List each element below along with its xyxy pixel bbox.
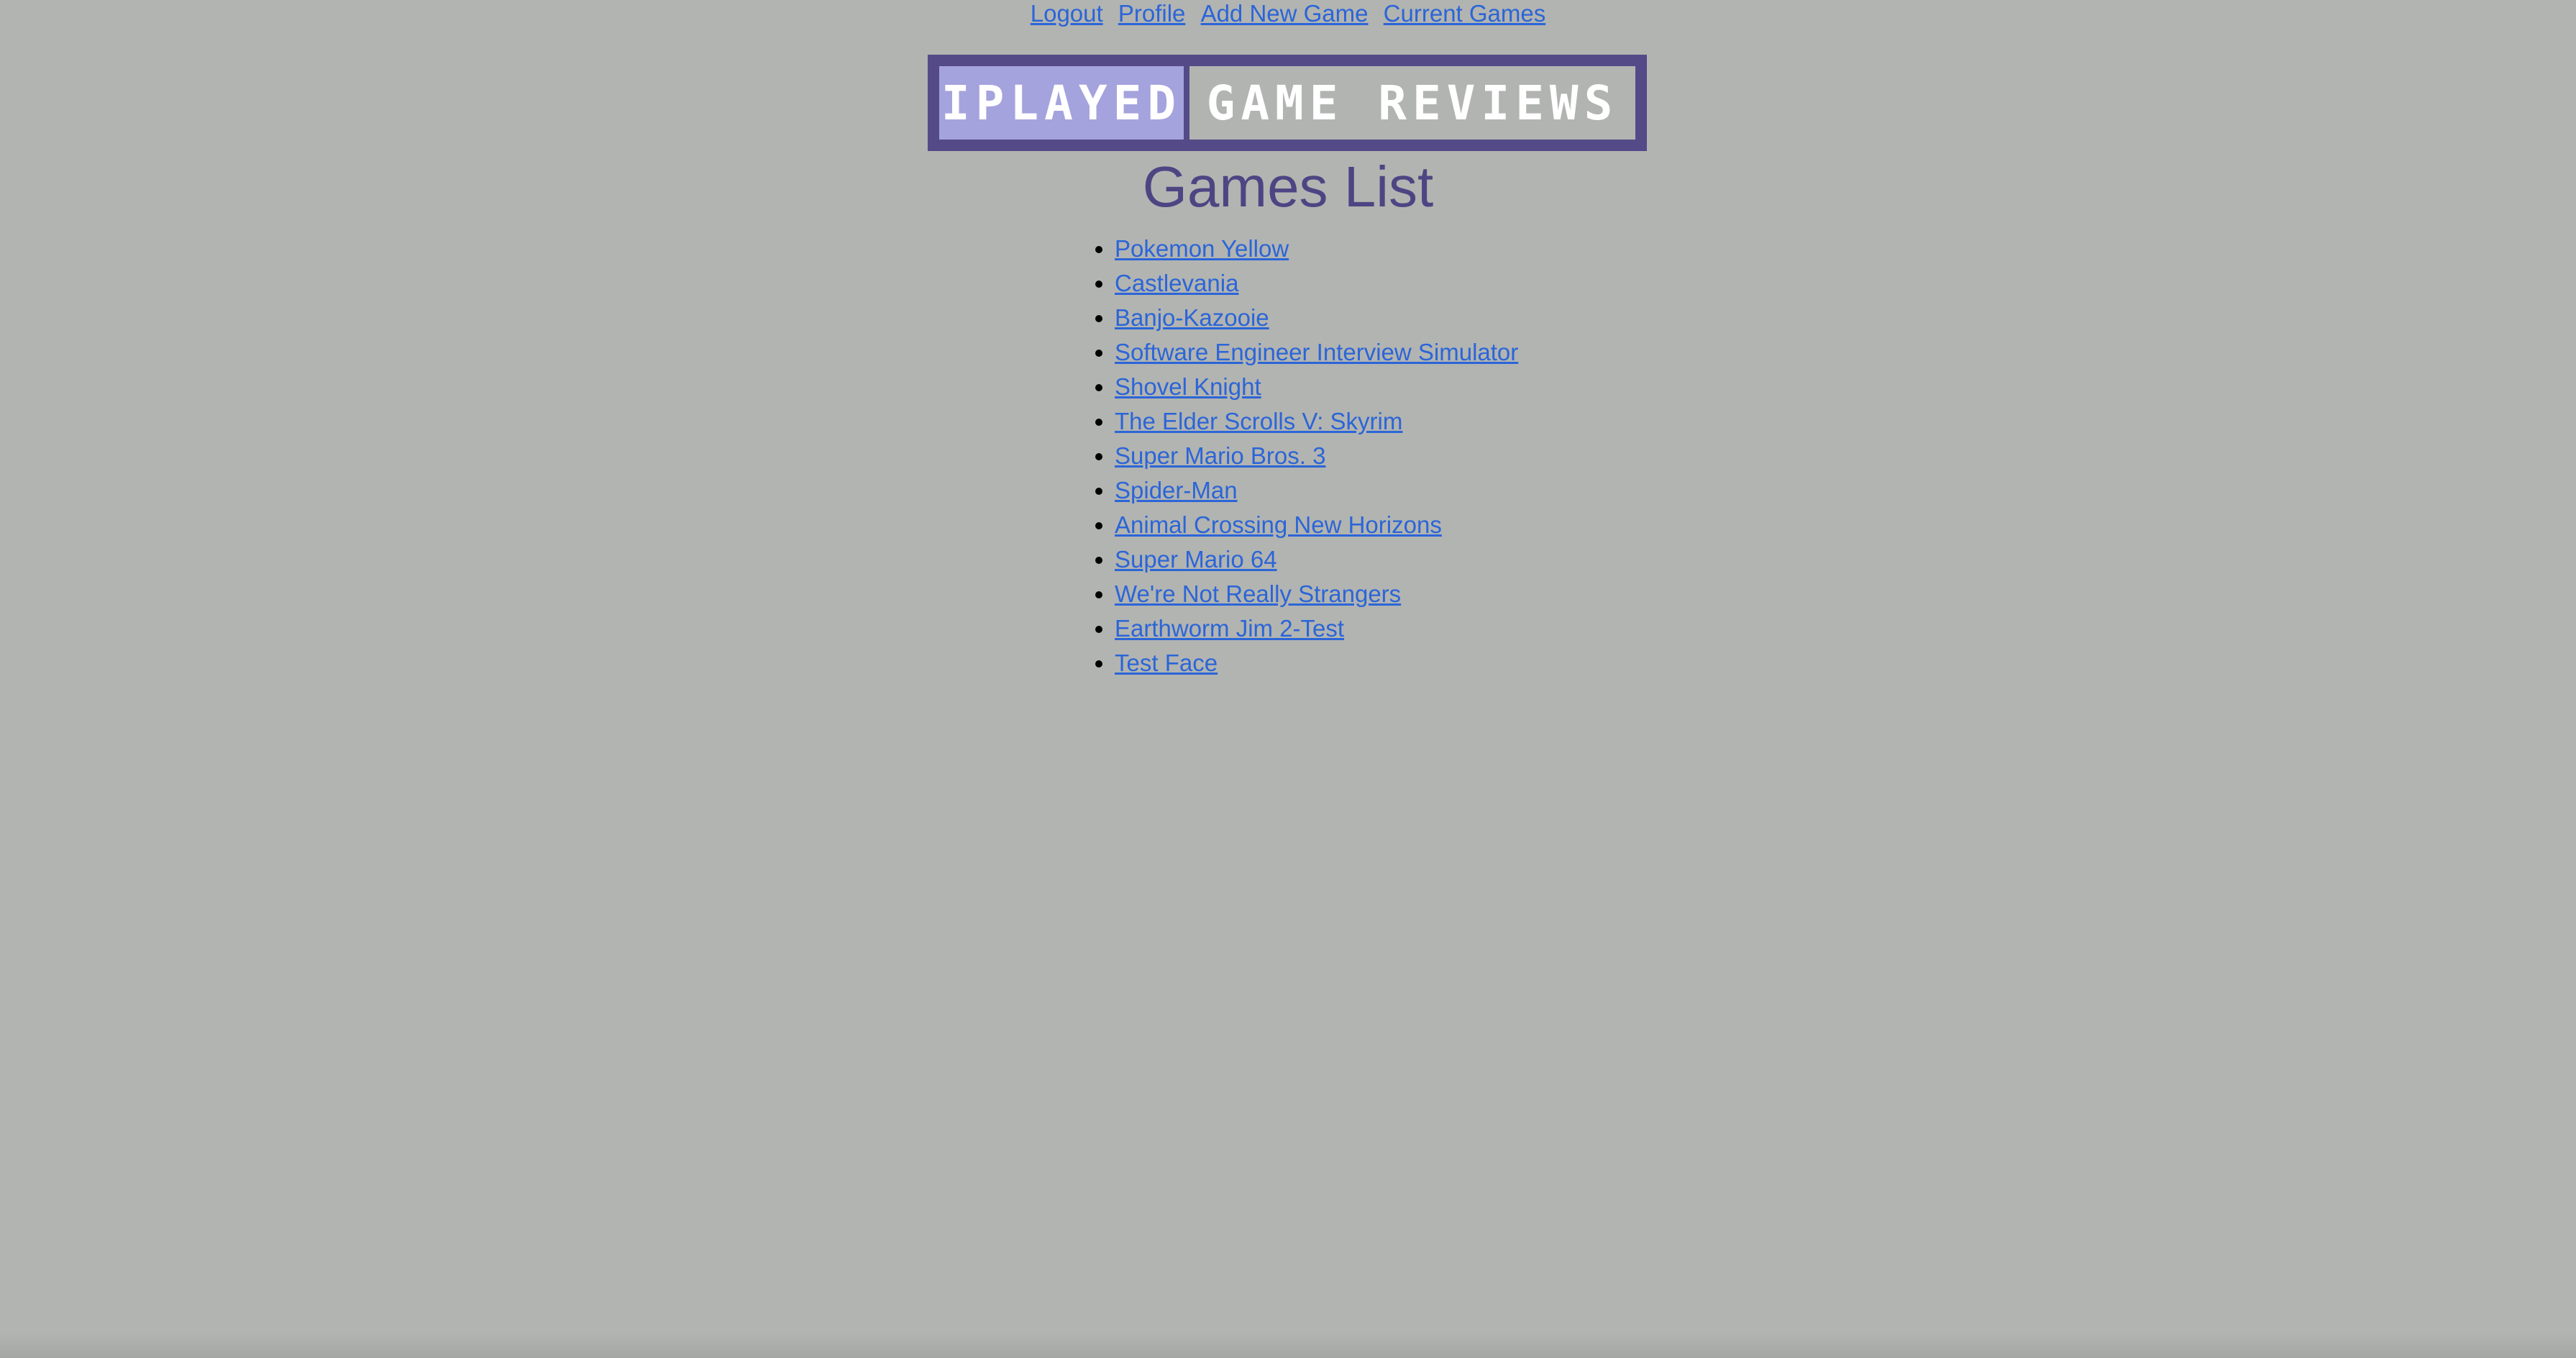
list-item: Super Mario Bros. 3 [1115,439,1518,473]
logo-game-reviews: GAME REVIEWS [1189,66,1635,140]
top-nav: Logout Profile Add New Game Current Game… [0,0,2576,27]
games-list: Pokemon Yellow Castlevania Banjo-Kazooie… [1115,232,1518,680]
game-link-banjo-kazooie[interactable]: Banjo-Kazooie [1115,304,1269,331]
game-link-test-face[interactable]: Test Face [1115,650,1218,676]
nav-current-games-link[interactable]: Current Games [1384,0,1546,27]
bottom-shadow [0,1334,2576,1358]
game-link-spider-man[interactable]: Spider-Man [1115,477,1238,503]
list-item: We're Not Really Strangers [1115,577,1518,611]
list-item: Animal Crossing New Horizons [1115,508,1518,542]
list-item: Earthworm Jim 2-Test [1115,611,1518,646]
game-link-pokemon-yellow[interactable]: Pokemon Yellow [1115,235,1289,262]
game-link-animal-crossing-new-horizons[interactable]: Animal Crossing New Horizons [1115,511,1442,538]
list-item: Shovel Knight [1115,370,1518,404]
game-link-earthworm-jim-2-test[interactable]: Earthworm Jim 2-Test [1115,615,1344,642]
game-link-castlevania[interactable]: Castlevania [1115,270,1238,296]
game-link-skyrim[interactable]: The Elder Scrolls V: Skyrim [1115,408,1402,434]
list-item: The Elder Scrolls V: Skyrim [1115,404,1518,439]
nav-logout-link[interactable]: Logout [1031,0,1103,27]
list-item: Test Face [1115,646,1518,680]
list-item: Banjo-Kazooie [1115,301,1518,335]
list-item: Castlevania [1115,266,1518,301]
list-item: Spider-Man [1115,473,1518,508]
page-title: Games List [1142,155,1434,219]
nav-profile-link[interactable]: Profile [1118,0,1186,27]
list-item: Software Engineer Interview Simulator [1115,335,1518,370]
game-link-software-engineer-interview-simulator[interactable]: Software Engineer Interview Simulator [1115,339,1518,365]
list-item: Super Mario 64 [1115,542,1518,577]
site-logo: iPLAYED GAME REVIEWS [928,55,1647,151]
game-link-shovel-knight[interactable]: Shovel Knight [1115,373,1261,400]
game-link-super-mario-64[interactable]: Super Mario 64 [1115,546,1277,573]
game-link-were-not-really-strangers[interactable]: We're Not Really Strangers [1115,580,1401,607]
game-link-super-mario-bros-3[interactable]: Super Mario Bros. 3 [1115,442,1325,469]
logo-iplayed: iPLAYED [939,66,1184,140]
nav-add-new-game-link[interactable]: Add New Game [1201,0,1369,27]
list-item: Pokemon Yellow [1115,232,1518,266]
